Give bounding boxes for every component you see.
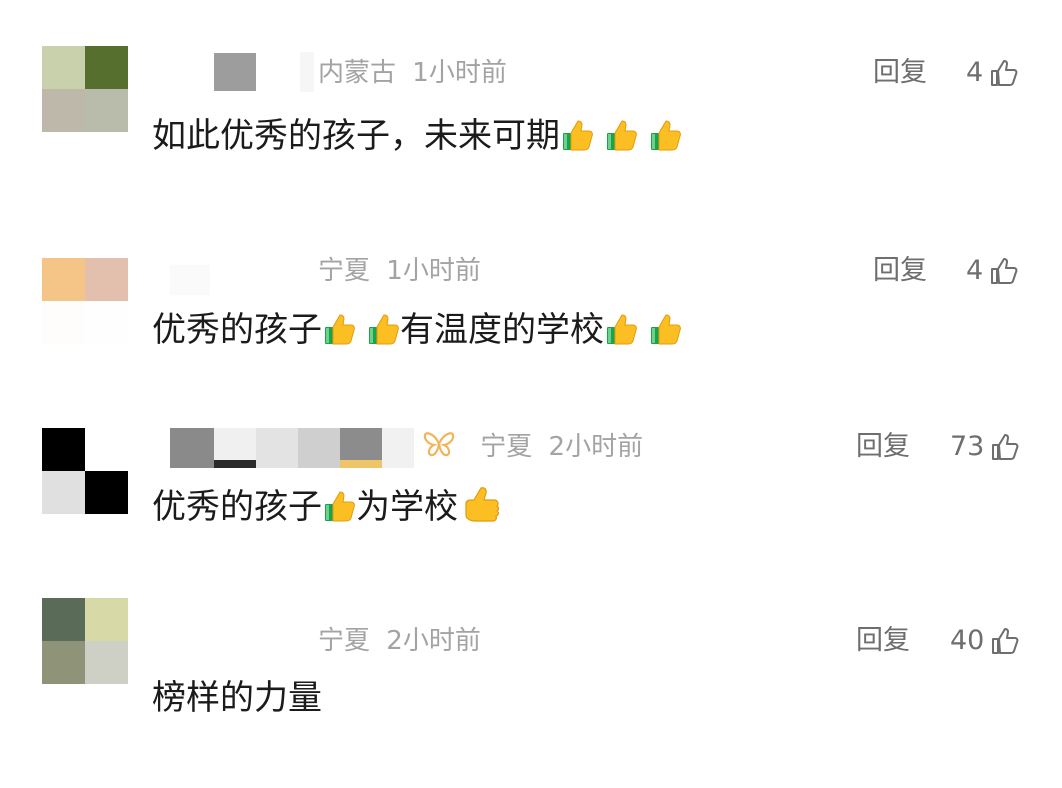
reply-button[interactable]: 回复 [856,624,910,658]
comment-meta: 宁夏 2小时前 [422,430,643,464]
username-blurred[interactable] [214,52,314,92]
like-count: 73 [950,431,985,462]
username-blurred[interactable] [170,428,414,468]
avatar-pixel [42,89,85,132]
reply-button[interactable]: 回复 [873,254,927,288]
avatar[interactable] [42,428,128,514]
comment-body-part: 为学校 [356,487,458,527]
time-label: 1小时前 [412,58,507,88]
like-count: 4 [966,255,984,286]
comment-item: 宁夏 1小时前 回复 4 优秀的孩子 有温度的学校 [0,254,1062,446]
avatar-pixel [85,258,128,301]
like-button[interactable]: 40 [950,624,1020,658]
comment-body-part: 优秀的孩子 [152,487,322,527]
avatar-pixel [42,301,85,344]
thumbs-up-icon [991,258,1018,284]
comment-meta: 宁夏 2小时前 [318,624,481,658]
avatar-pixel [42,598,85,641]
avatar-pixel [42,641,85,684]
like-button[interactable]: 4 [966,254,1019,288]
thumbs-up-emoji-icon [324,312,356,346]
avatar-pixel [85,471,128,514]
avatar-pixel [42,428,85,471]
comment-text: 如此优秀的孩子，未来可期 [152,114,682,158]
thumbs-up-icon [992,628,1019,654]
comment-meta: 内蒙古 1小时前 [318,56,507,90]
comment-body: 榜样的力量 [152,678,322,718]
avatar-pixel [85,301,128,344]
thumbs-up-emoji-icon [368,312,400,346]
comment-body: 如此优秀的孩子，未来可期 [152,116,560,156]
avatar[interactable] [42,258,128,344]
comment-body-part: 有温度的学校 [400,310,604,350]
username-blurred[interactable] [170,608,210,648]
thumbs-up-icon [992,434,1019,460]
avatar-pixel [85,598,128,641]
like-count: 40 [950,625,985,656]
avatar[interactable] [42,598,128,684]
time-label: 1小时前 [386,256,481,286]
comment-item: 宁夏 2小时前 回复 73 优秀的孩子 为学校 [0,428,1062,618]
thumbs-up-icon [991,60,1018,86]
comment-item: 内蒙古 1小时前 回复 4 如此优秀的孩子，未来可期 [0,46,1062,236]
time-label: 2小时前 [386,626,481,656]
comment-text: 榜样的力量 [152,676,322,720]
avatar-pixel [85,428,128,471]
like-button[interactable]: 73 [950,430,1020,464]
comment-text: 优秀的孩子 为学校 [152,484,504,529]
avatar-pixel [85,46,128,89]
comment-body-part: 优秀的孩子 [152,310,322,350]
comment-text: 优秀的孩子 有温度的学校 [152,308,682,352]
reply-button[interactable]: 回复 [856,430,910,464]
thumbs-up-emoji-icon [650,118,682,152]
thumbs-up-emoji-icon [606,312,638,346]
time-label: 2小时前 [548,432,644,462]
username-blurred[interactable] [170,260,210,300]
location-label: 内蒙古 [318,58,397,88]
avatar-pixel [85,89,128,132]
location-label: 宁夏 [318,626,371,656]
location-label: 宁夏 [480,432,533,462]
location-label: 宁夏 [318,256,371,286]
thumbs-up-emoji-icon [324,489,356,523]
thumbs-up-emoji-icon [562,118,594,152]
thumbs-up-emoji-icon [650,312,682,346]
thumbs-up-emoji-icon [606,118,638,152]
avatar[interactable] [42,46,128,132]
avatar-pixel [42,471,85,514]
thumbs-up-emoji-icon-large [460,484,504,528]
comment-meta: 宁夏 1小时前 [318,254,481,288]
like-button[interactable]: 4 [966,56,1019,90]
avatar-pixel [42,46,85,89]
avatar-pixel [85,641,128,684]
like-count: 4 [966,57,984,88]
reply-button[interactable]: 回复 [873,56,927,90]
comment-item: 宁夏 2小时前 回复 40 榜样的力量 [0,598,1062,788]
avatar-pixel [42,258,85,301]
butterfly-icon [423,432,455,457]
